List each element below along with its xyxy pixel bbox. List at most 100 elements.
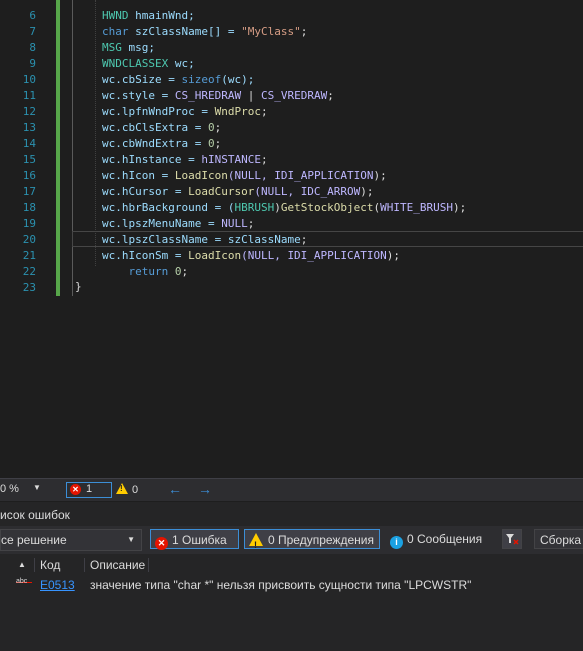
code-line[interactable]: wc.hIconSm = LoadIcon(NULL, IDI_APPLICAT… (102, 248, 400, 264)
panel-title: исок ошибок (0, 508, 70, 522)
code-token: HWND (102, 9, 129, 22)
code-token: szClassName (227, 233, 301, 246)
code-token: wc.lpszClassName = (102, 233, 228, 246)
code-token: HBRUSH (234, 201, 275, 214)
code-token: IDC_ARROW (300, 185, 361, 198)
error-list-panel: исок ошибок се решение ▼ ✕ 1 Ошибка ! 0 Пр… (0, 502, 583, 651)
code-token: ; (214, 121, 222, 134)
code-token: (wc); (221, 73, 255, 86)
code-line[interactable]: wc.hIcon = LoadIcon(NULL, IDI_APPLICATIO… (102, 168, 387, 184)
line-number: 10 (22, 73, 36, 86)
code-token: WHITE_BRUSH (380, 201, 454, 214)
warning-count: 0 (132, 484, 139, 496)
info-icon: i (390, 536, 403, 549)
filter-options-button[interactable] (502, 529, 522, 549)
code-token: wc.cbSize = (102, 73, 182, 86)
code-token: wc.lpfnWndProc = (102, 105, 215, 118)
code-token: ; (260, 153, 268, 166)
line-number: 13 (22, 121, 36, 134)
line-number: 7 (29, 25, 36, 38)
errors-filter-button[interactable]: ✕ 1 Ошибка (150, 529, 239, 550)
code-token: wc; (168, 57, 195, 70)
warning-count-indicator[interactable]: ! 0 (116, 483, 138, 496)
error-description: значение типа "char *" нельзя присвоить … (90, 578, 472, 592)
warnings-filter-button[interactable]: ! 0 Предупреждения (244, 529, 380, 550)
code-fold-line (72, 0, 73, 296)
code-token: wc.hIconSm = (102, 249, 189, 262)
line-number: 12 (22, 105, 36, 118)
code-token: szClassName[] = (128, 25, 242, 38)
code-token: CS_HREDRAW (174, 89, 242, 102)
code-token: MSG (102, 41, 122, 54)
code-token: NULL (221, 217, 248, 230)
scope-dropdown[interactable]: се решение ▼ (0, 529, 142, 551)
code-line[interactable]: wc.cbWndExtra = 0; (102, 136, 221, 152)
warning-icon: ! (116, 483, 128, 494)
code-line[interactable]: wc.hInstance = hINSTANCE; (102, 152, 268, 168)
line-number: 16 (22, 169, 36, 182)
code-line[interactable]: wc.hbrBackground = (HBRUSH)GetStockObjec… (102, 200, 466, 216)
navigate-forward-icon[interactable]: → (198, 481, 212, 497)
code-line[interactable]: wc.cbSize = sizeof(wc); (102, 72, 254, 88)
code-line[interactable]: char szClassName[] = "MyClass"; (102, 24, 307, 40)
error-code-link[interactable]: E0513 (40, 578, 75, 592)
code-token: ); (386, 249, 401, 262)
error-icon: ✕ (70, 484, 81, 495)
warning-icon: ! (249, 533, 263, 550)
code-token: ); (373, 169, 387, 182)
error-count-indicator[interactable]: ✕ 1 (66, 482, 112, 498)
code-token: 0 (207, 121, 215, 134)
code-token: 0 (207, 137, 215, 150)
code-token: wc.hbrBackground = ( (102, 201, 235, 214)
error-list-toolbar: се решение ▼ ✕ 1 Ошибка ! 0 Предупреждения… (0, 526, 583, 554)
line-number: 22 (22, 265, 36, 278)
code-token: ; (300, 25, 308, 38)
code-line[interactable]: return 0; (102, 264, 188, 280)
table-row[interactable]: abc E0513 значение типа "char *" нельзя … (0, 576, 583, 594)
code-token: "MyClass" (241, 25, 301, 38)
code-line[interactable]: wc.cbClsExtra = 0; (102, 120, 221, 136)
line-number: 17 (22, 185, 36, 198)
code-line[interactable]: wc.lpfnWndProc = WndProc; (102, 104, 268, 120)
error-list-header: ▲ Код Описание (0, 556, 583, 574)
error-count: 1 (86, 483, 93, 495)
code-editor[interactable]: 6 7 8 9 10 11 12 13 14 15 16 17 18 19 20 21 22 23 HWND hm… (0, 0, 583, 476)
line-number: 18 (22, 201, 36, 214)
code-line[interactable]: WNDCLASSEX wc; (102, 56, 195, 72)
column-header-description[interactable]: Описание (90, 556, 145, 574)
build-source-dropdown[interactable]: Сборка (534, 529, 583, 549)
code-token: ; (260, 105, 268, 118)
navigate-back-icon[interactable]: ← (168, 481, 182, 497)
errors-filter-label: 1 Ошибка (172, 533, 227, 547)
zoom-value: 0 % (0, 483, 19, 495)
line-number: 20 (22, 233, 36, 246)
line-number: 8 (29, 41, 36, 54)
code-token: wc.style = (102, 89, 175, 102)
code-line[interactable]: wc.lpszMenuName = NULL; (102, 216, 254, 232)
code-line[interactable]: MSG msg; (102, 40, 155, 56)
messages-filter-label: 0 Сообщения (407, 532, 483, 546)
messages-filter-button[interactable]: i 0 Сообщения (386, 529, 492, 549)
code-token: WNDCLASSEX (102, 57, 169, 70)
code-token: char (102, 25, 129, 38)
code-token: sizeof (181, 73, 222, 86)
code-line[interactable]: wc.hCursor = LoadCursor(NULL, IDC_ARROW)… (102, 184, 374, 200)
code-token: ); (453, 201, 467, 214)
code-token: ); (360, 185, 374, 198)
zoom-selector[interactable]: 0 % ▼ (0, 483, 41, 497)
sort-indicator[interactable]: ▲ (18, 556, 26, 574)
code-token: LoadIcon (188, 249, 242, 262)
code-token: | (241, 89, 261, 102)
column-header-code[interactable]: Код (40, 556, 60, 574)
line-number: 21 (22, 249, 36, 262)
code-line[interactable]: HWND hmainWnd; (102, 8, 195, 24)
code-token: wc.cbWndExtra = (102, 137, 208, 150)
code-token: LoadCursor (188, 185, 255, 198)
line-number: 23 (22, 281, 36, 294)
code-line[interactable]: wc.style = CS_HREDRAW | CS_VREDRAW; (102, 88, 334, 104)
column-separator (34, 558, 35, 572)
code-line[interactable]: wc.lpszClassName = szClassName; (102, 232, 307, 248)
code-token: msg; (121, 41, 155, 54)
code-token: ) (274, 201, 281, 214)
spelling-error-icon: abc (16, 578, 32, 592)
